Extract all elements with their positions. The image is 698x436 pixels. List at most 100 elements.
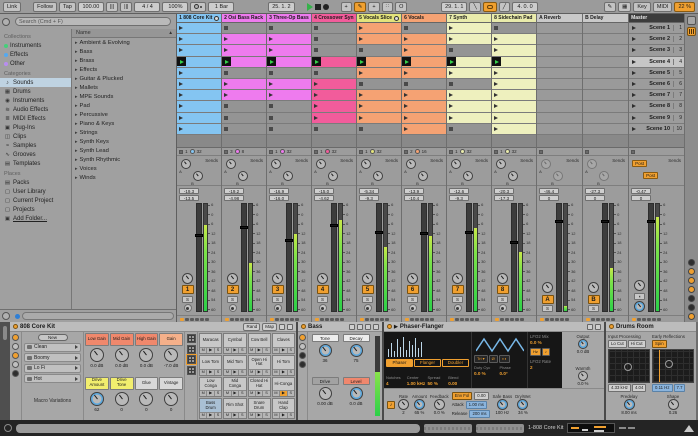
param-value[interactable]: 0.00 <box>448 381 469 386</box>
nudge-down-button[interactable]: ||| <box>105 1 119 12</box>
stop-button[interactable] <box>314 3 321 10</box>
clip-slot[interactable] <box>402 90 447 102</box>
peak-level-box[interactable]: -12.6 <box>449 188 470 194</box>
tap-tempo-button[interactable]: Tap <box>59 1 76 12</box>
clip-slot[interactable] <box>357 123 402 135</box>
category-item-grooves[interactable]: ∿ Grooves <box>0 150 71 159</box>
volume-value-box[interactable]: -4.98 <box>224 195 245 201</box>
browser-item[interactable]: ▸ Bass <box>72 47 176 56</box>
midi-in-channel[interactable]: 1 <box>365 149 368 154</box>
collection-item[interactable]: Effects <box>0 50 71 59</box>
track-number-button[interactable]: 8 <box>496 285 509 294</box>
rack-toggle[interactable] <box>299 334 306 341</box>
clip-slot[interactable] <box>267 123 312 135</box>
spin-rate-value[interactable]: 0.11 Hz <box>652 384 673 392</box>
bass-param-knob[interactable] <box>318 344 332 357</box>
punch-in-button[interactable]: ╲ <box>469 1 481 12</box>
post-button[interactable]: Post <box>643 172 659 179</box>
track-header[interactable]: 3 Three-Op Bass <box>267 14 312 23</box>
mixer-toggle-dot[interactable] <box>688 277 696 284</box>
drum-pad[interactable]: Snare Drum M ▶ S <box>247 398 271 419</box>
midi-in-channel[interactable]: 1 <box>275 149 278 154</box>
fader-thumb[interactable] <box>555 220 564 224</box>
lfo-phase-icon[interactable]: Ø <box>488 355 498 363</box>
device-title[interactable]: 808 Core Kit <box>20 324 55 330</box>
scene-slot[interactable]: Scene 10 10 <box>629 123 685 135</box>
pan-knob[interactable] <box>542 282 554 293</box>
track-header[interactable]: 4 Crossover Syn <box>312 14 357 23</box>
clip-slot[interactable] <box>492 56 537 68</box>
clip-slot[interactable] <box>312 101 357 113</box>
macro-knob[interactable] <box>114 348 129 362</box>
send-b-knob[interactable] <box>373 171 384 181</box>
expand-arrow-icon[interactable]: ▸ <box>75 112 78 118</box>
pad-mute-button[interactable]: M <box>248 413 256 418</box>
midi-in-channel[interactable]: 1 <box>320 149 323 154</box>
expand-arrow-icon[interactable]: ▸ <box>75 76 78 82</box>
solo-button[interactable]: S <box>227 295 239 303</box>
clip-slot[interactable] <box>402 34 447 46</box>
expand-arrow-icon[interactable]: ▸ <box>75 49 78 55</box>
drum-pad[interactable]: Mid Tom M ▶ S <box>223 354 247 376</box>
shape-knob[interactable] <box>667 399 679 410</box>
bass-param-value[interactable]: 0.0 dB <box>349 401 362 406</box>
send-b-knob[interactable] <box>328 171 339 181</box>
expand-arrow-icon[interactable]: ▸ <box>75 148 78 154</box>
volume-fader[interactable] <box>285 203 294 312</box>
clip-slot[interactable] <box>357 78 402 91</box>
midi-in-channel[interactable]: 2 <box>410 149 413 154</box>
fader-thumb[interactable] <box>240 225 249 229</box>
pad-play-button[interactable]: ▶ <box>231 413 240 418</box>
peak-level-box[interactable]: -5.34 <box>359 188 380 194</box>
fader-thumb[interactable] <box>420 231 429 235</box>
volume-value-box[interactable]: 0 <box>539 195 560 201</box>
clip-slot[interactable] <box>312 56 357 68</box>
output-channel[interactable]: 8 <box>242 149 245 154</box>
browser-item[interactable]: ▸ Voices <box>72 164 176 173</box>
pad-play-button[interactable]: ▶ <box>207 391 215 397</box>
amount-value[interactable]: 65 % <box>415 410 425 415</box>
clip-drop-area[interactable] <box>402 135 447 148</box>
category-item-samples[interactable]: ≈ Samples <box>0 141 71 150</box>
clip-slot[interactable] <box>222 67 267 79</box>
edit-icon[interactable] <box>365 323 371 330</box>
return-slot[interactable] <box>537 23 583 35</box>
scene-slot[interactable]: Scene 77 <box>629 90 685 102</box>
clip-slot[interactable] <box>447 23 492 35</box>
pad-play-button[interactable]: ▶ <box>231 369 240 375</box>
tempo-field[interactable]: 100.00 <box>77 1 104 12</box>
device-title[interactable]: Bass <box>308 324 322 330</box>
pad-solo-button[interactable]: S <box>287 369 295 375</box>
send-a-knob[interactable] <box>406 159 417 169</box>
spin-button[interactable]: Spin <box>652 340 667 348</box>
arm-button[interactable] <box>408 304 417 312</box>
clip-slot[interactable] <box>492 23 537 35</box>
pad-solo-button[interactable]: S <box>239 413 246 418</box>
track-header[interactable]: 1 808 Core Kit <box>177 14 222 23</box>
clip-slot[interactable] <box>492 34 537 46</box>
pad-play-button[interactable]: ▶ <box>280 369 288 375</box>
pan-knob[interactable] <box>317 272 329 284</box>
edit-icon[interactable] <box>587 323 593 330</box>
return-slot[interactable] <box>583 101 629 113</box>
macro-knob[interactable] <box>139 348 154 362</box>
output-channel[interactable]: 16 <box>422 149 427 154</box>
track-header[interactable]: 2 Osi Bass Rack <box>222 14 267 23</box>
track-number-button[interactable]: 4 <box>316 285 329 294</box>
clip-slot[interactable] <box>177 112 222 124</box>
drum-pad[interactable]: Cymbal M ▶ S <box>223 333 247 354</box>
solo-button[interactable]: S <box>588 305 600 312</box>
browser-item[interactable]: ▸ Ambient & Evolving <box>72 38 176 47</box>
variation-row[interactable]: Hot <box>24 374 81 383</box>
clip-drop-area[interactable] <box>492 135 537 148</box>
clip-slot[interactable] <box>222 45 267 57</box>
clip-slot[interactable] <box>402 56 447 68</box>
clip-slot[interactable] <box>447 67 492 79</box>
draw-mode-button[interactable]: ✎ <box>603 1 617 12</box>
pad-play-button[interactable]: ▶ <box>255 347 264 353</box>
place-item[interactable]: ▣ Add Folder... <box>0 214 71 223</box>
peak-level-box[interactable]: -46.4 <box>539 188 560 194</box>
clip-slot[interactable] <box>177 45 222 57</box>
pan-knob[interactable] <box>407 272 419 284</box>
drum-pad[interactable]: Claves M ▶ S <box>271 333 295 354</box>
